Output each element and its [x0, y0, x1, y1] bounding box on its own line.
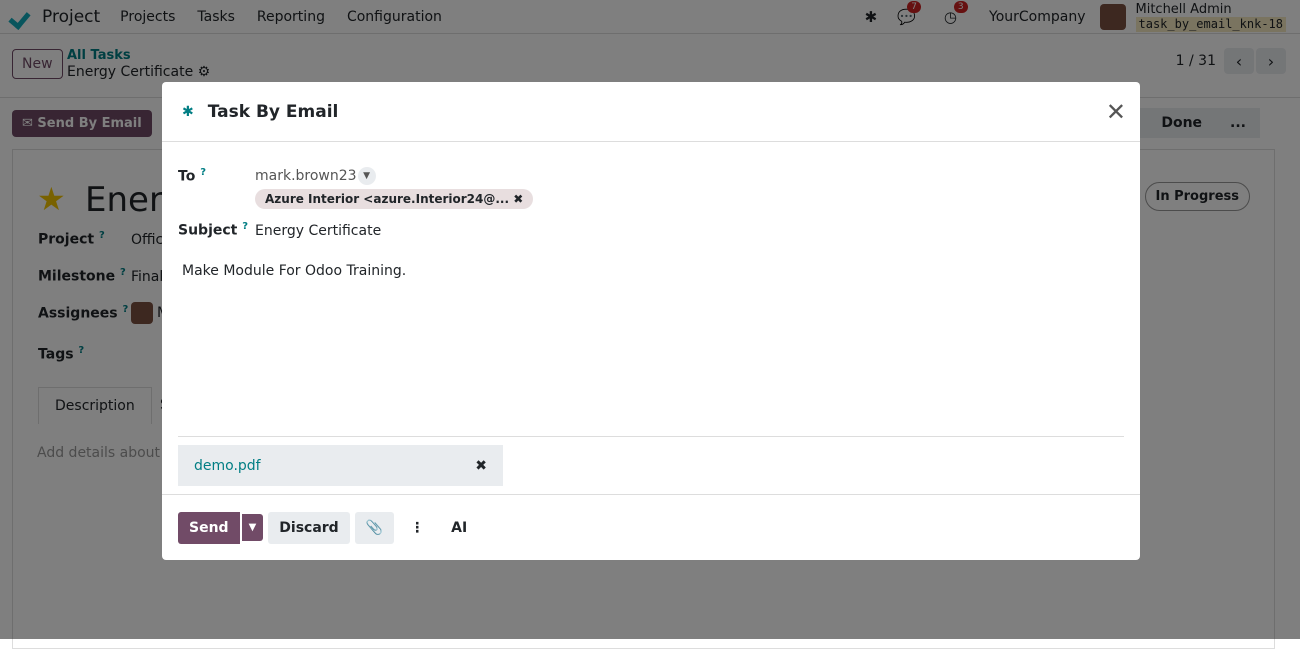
- chevron-down-icon[interactable]: ▼: [357, 167, 376, 185]
- close-icon[interactable]: ✕: [1106, 98, 1126, 126]
- ai-button[interactable]: AI: [440, 512, 478, 544]
- divider: [178, 436, 1124, 437]
- subject-label-text: Subject: [178, 222, 238, 239]
- attachment-link[interactable]: demo.pdf: [194, 458, 261, 474]
- to-field[interactable]: mark.brown23 ▼: [255, 167, 376, 185]
- email-body-editor[interactable]: Make Module For Odoo Training.: [182, 263, 406, 279]
- more-options-icon[interactable]: ⋮: [399, 512, 435, 544]
- to-label-text: To: [178, 168, 196, 185]
- subject-input[interactable]: Energy Certificate: [255, 223, 381, 239]
- attachment-item: demo.pdf ✖: [178, 445, 503, 486]
- send-button[interactable]: Send: [178, 511, 240, 544]
- discard-button[interactable]: Discard: [268, 511, 350, 544]
- attach-paperclip-icon[interactable]: 📎: [354, 511, 395, 544]
- dialog-header: ✱ Task By Email: [162, 82, 1140, 142]
- dialog-footer: Send ▼ Discard 📎 ⋮ AI: [162, 494, 1140, 560]
- send-options-dropdown[interactable]: ▼: [240, 514, 264, 541]
- help-icon[interactable]: ?: [242, 221, 248, 232]
- to-value[interactable]: mark.brown23: [255, 168, 357, 184]
- recipient-chip[interactable]: Azure Interior <azure.Interior24@... ✖: [255, 189, 534, 209]
- recipient-chip-label: Azure Interior <azure.Interior24@...: [265, 192, 510, 206]
- dialog-title: Task By Email: [207, 101, 339, 122]
- bug-icon: ✱: [182, 103, 194, 120]
- to-label: To ?: [178, 167, 206, 185]
- help-icon[interactable]: ?: [200, 167, 206, 178]
- subject-label: Subject ?: [178, 221, 248, 239]
- remove-attachment-icon[interactable]: ✖: [475, 458, 487, 474]
- task-by-email-dialog: ✱ Task By Email ✕ To ? mark.brown23 ▼ Azu…: [162, 82, 1140, 560]
- remove-recipient-icon[interactable]: ✖: [513, 192, 523, 206]
